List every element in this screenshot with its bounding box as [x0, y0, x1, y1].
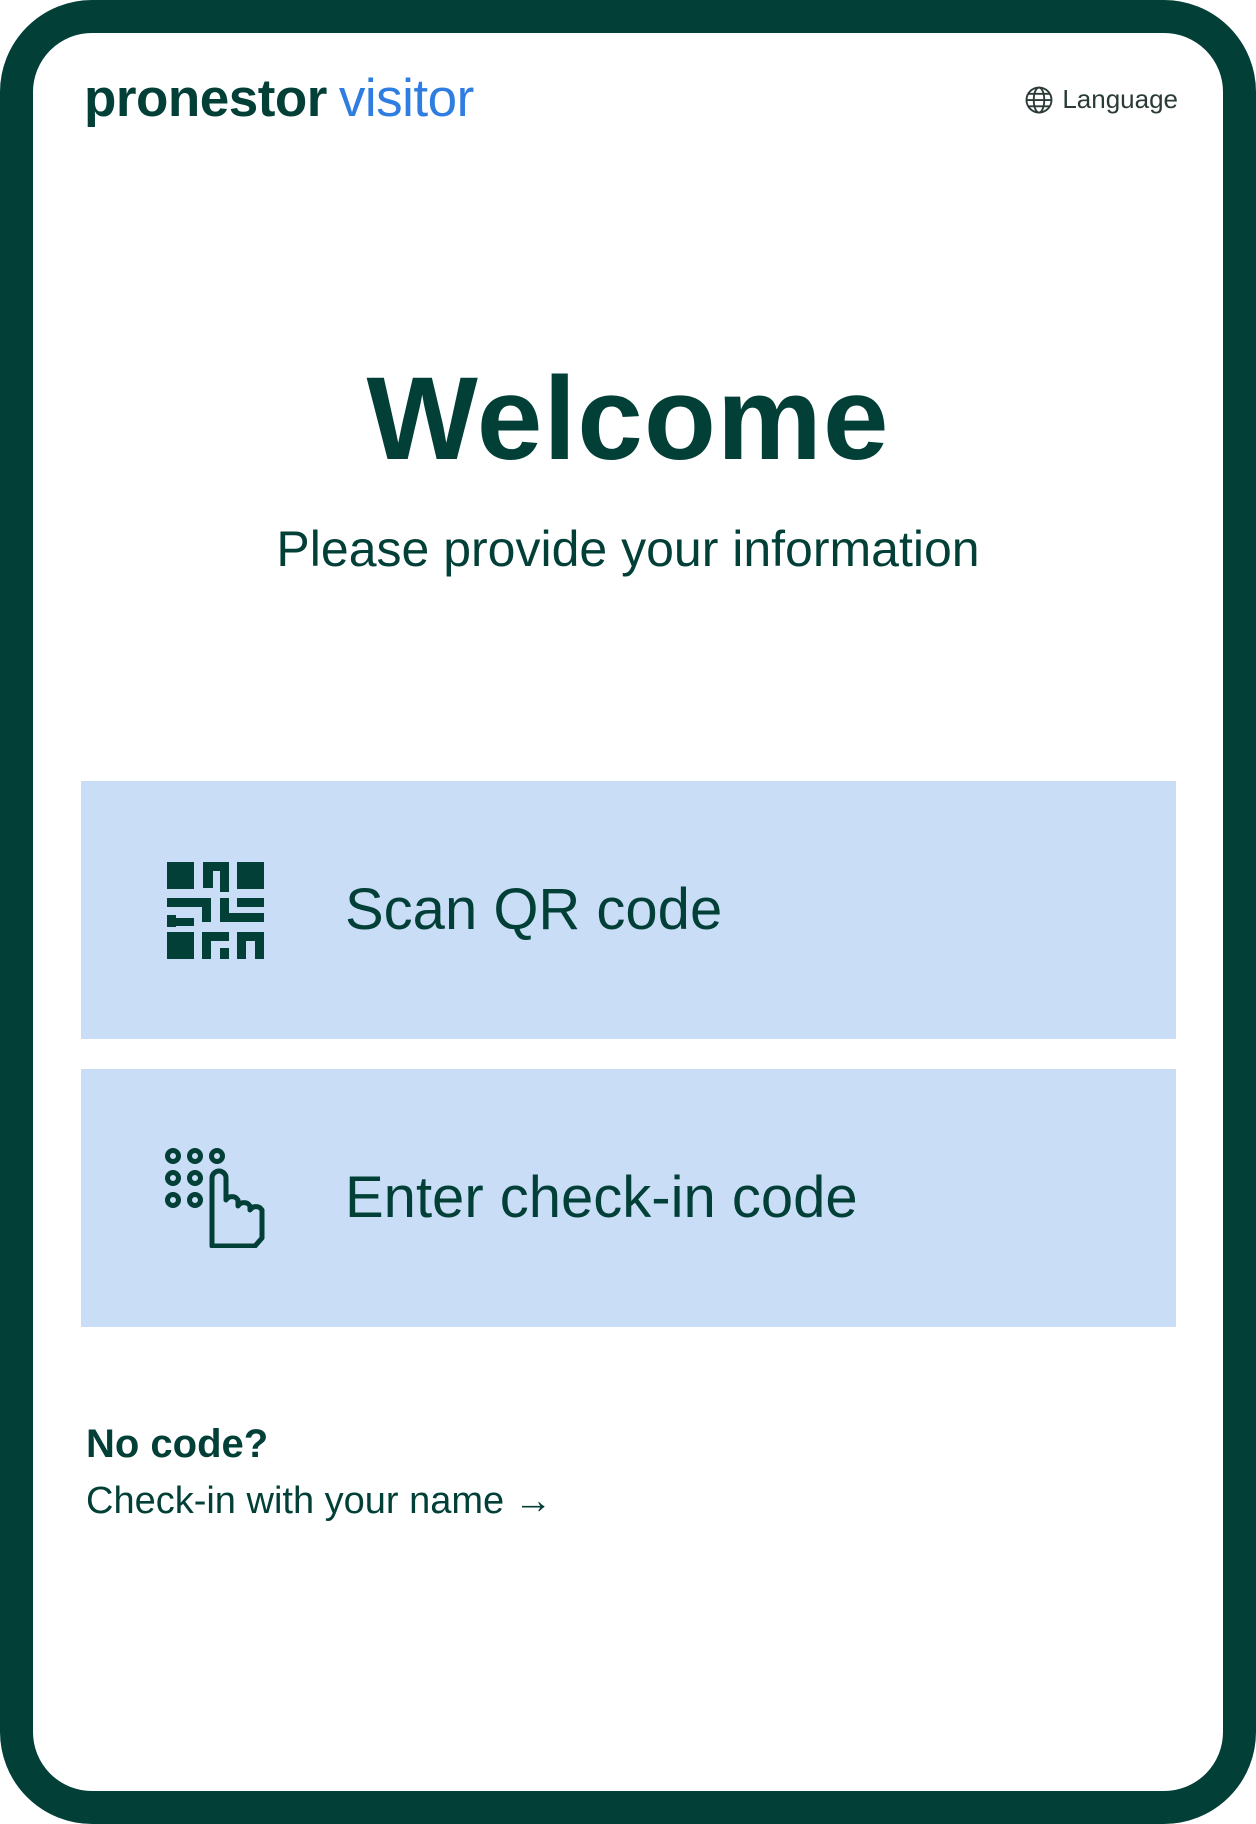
brand-logo: pronestor visitor: [84, 72, 474, 125]
enter-check-in-code-label: Enter check-in code: [345, 1165, 858, 1230]
brand-name: pronestor: [84, 69, 327, 128]
page-title: Welcome: [366, 353, 890, 485]
globe-icon: [1024, 85, 1054, 115]
arrow-right-icon: →: [514, 1480, 553, 1522]
keypad-touch-icon: [165, 1148, 265, 1248]
scan-qr-code-label: Scan QR code: [345, 877, 723, 942]
page-subtitle: Please provide your information: [276, 521, 980, 577]
language-selector[interactable]: Language: [1024, 84, 1178, 115]
brand-product: visitor: [338, 69, 474, 128]
scan-qr-code-button[interactable]: Scan QR code: [81, 781, 1176, 1039]
no-code-heading: No code?: [86, 1422, 269, 1466]
check-in-with-name-label: Check-in with your name: [86, 1480, 505, 1522]
language-label: Language: [1062, 84, 1178, 114]
check-in-with-name-link[interactable]: Check-in with your name →: [86, 1482, 552, 1520]
qr-code-icon: [167, 862, 264, 959]
enter-check-in-code-button[interactable]: Enter check-in code: [81, 1069, 1176, 1327]
